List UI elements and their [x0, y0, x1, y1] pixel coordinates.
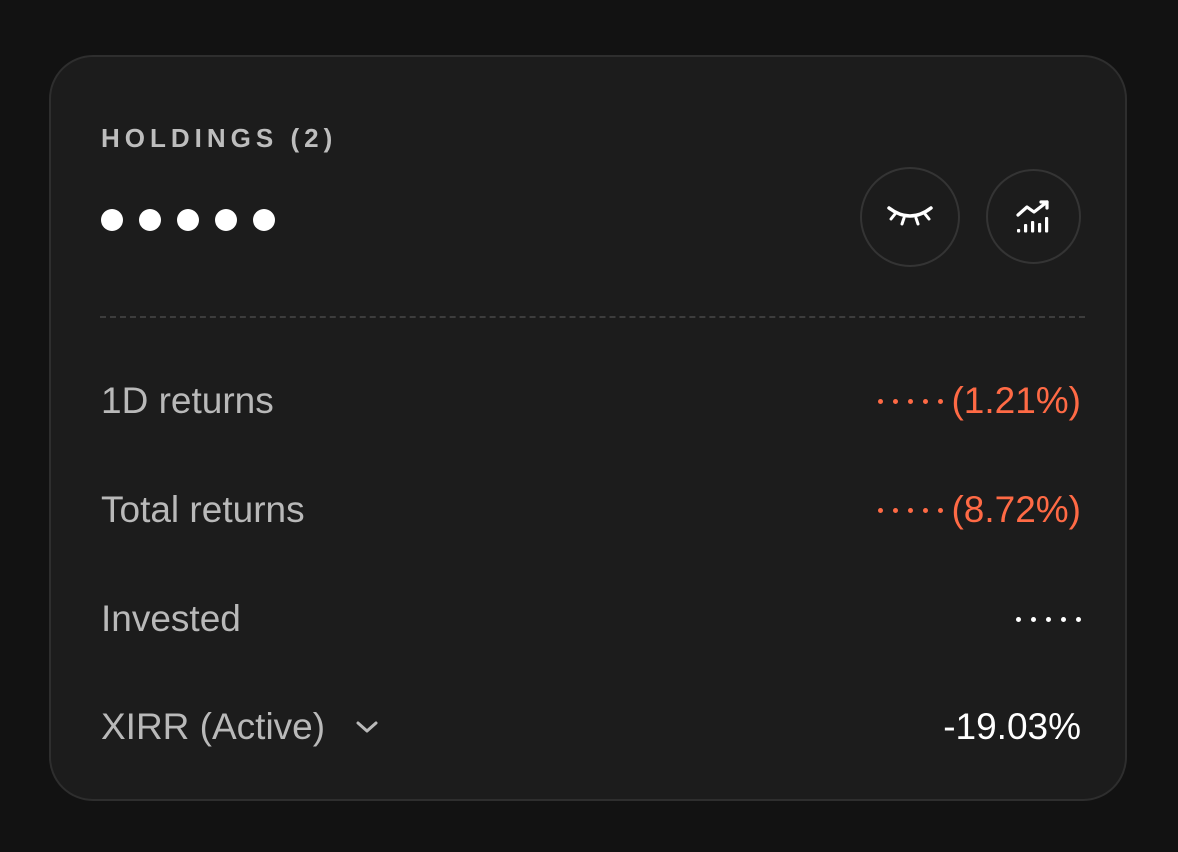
mask-dot	[101, 209, 123, 231]
toggle-visibility-button[interactable]	[860, 167, 960, 267]
xirr-value: -19.03%	[943, 706, 1081, 747]
return-percent: (1.21%)	[951, 380, 1081, 421]
analytics-button[interactable]	[986, 169, 1081, 264]
row-value: (8.72%)	[878, 489, 1081, 531]
row-invested: Invested	[101, 594, 1081, 644]
row-label: Total returns	[101, 489, 305, 530]
mask-dot	[253, 209, 275, 231]
row-label: 1D returns	[101, 380, 274, 421]
mask-dot	[177, 209, 199, 231]
holdings-value-masked	[101, 205, 275, 235]
analytics-chart-icon	[1015, 199, 1049, 232]
row-total-returns: Total returns (8.72%)	[101, 485, 1081, 535]
masked-amount	[878, 398, 944, 404]
mask-dot	[215, 209, 237, 231]
xirr-dropdown[interactable]: XIRR (Active)	[101, 706, 379, 748]
row-label: XIRR (Active)	[101, 706, 326, 747]
row-value: (1.21%)	[878, 380, 1081, 422]
mask-dot	[139, 209, 161, 231]
masked-amount	[1016, 616, 1081, 622]
row-1d-returns: 1D returns (1.21%)	[101, 376, 1081, 426]
row-xirr: XIRR (Active) -19.03%	[101, 702, 1081, 752]
masked-amount	[878, 507, 944, 513]
section-divider	[100, 316, 1085, 318]
eye-closed-icon	[887, 206, 933, 226]
holdings-title: HOLDINGS (2)	[101, 123, 338, 153]
return-percent: (8.72%)	[951, 489, 1081, 530]
row-label: Invested	[101, 598, 241, 639]
chevron-down-icon	[356, 721, 378, 733]
row-value	[1016, 616, 1081, 622]
holdings-card: HOLDINGS (2) 1D returns (1.21%) Total re…	[49, 55, 1127, 801]
